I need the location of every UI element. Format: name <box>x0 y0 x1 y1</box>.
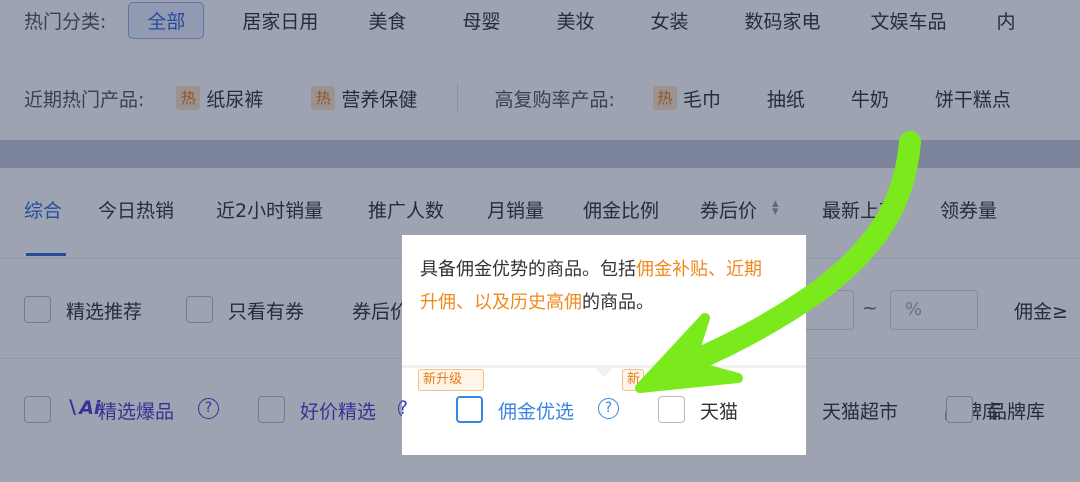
tooltip-text-end: 的商品。 <box>582 292 654 313</box>
new-tag: 新 <box>622 369 644 391</box>
label-tmall: 天猫 <box>700 401 739 423</box>
help-icon-partial: ? <box>402 397 408 419</box>
tooltip: 具备佣金优势的商品。包括佣金补贴、近期升佣、以及历史高佣的商品。 <box>420 253 772 319</box>
checkbox-tmall[interactable] <box>658 396 685 423</box>
help-icon[interactable]: ? <box>598 398 619 419</box>
checkbox-commission-pick[interactable] <box>456 396 483 423</box>
tooltip-caret <box>594 367 614 377</box>
new-tag: 新升级 <box>418 369 484 391</box>
label-commission-pick[interactable]: 佣金优选 <box>498 397 574 424</box>
tooltip-text: 具备佣金优势的商品。包括 <box>420 259 636 280</box>
tooltip-focus-region: 具备佣金优势的商品。包括佣金补贴、近期升佣、以及历史高佣的商品。 新升级 新 佣… <box>402 235 806 455</box>
